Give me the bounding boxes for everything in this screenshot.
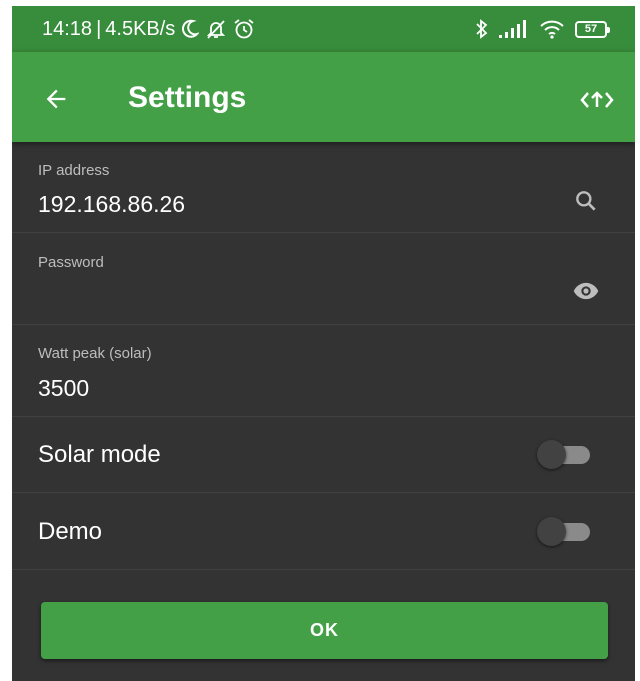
show-password-button[interactable] bbox=[571, 276, 601, 306]
phone-screen: 14:18 | 4.5KB/s 57 Settings IP address 1… bbox=[12, 6, 635, 681]
arrow-left-icon bbox=[46, 89, 66, 109]
switch-thumb bbox=[537, 517, 566, 546]
battery-icon: 57 bbox=[575, 20, 610, 38]
ok-button-label: OK bbox=[310, 620, 339, 640]
status-bar-right: 57 bbox=[475, 16, 610, 42]
mute-icon bbox=[207, 20, 226, 39]
watt-peak-label: Watt peak (solar) bbox=[38, 345, 152, 362]
battery-level: 57 bbox=[584, 22, 598, 35]
wifi-icon bbox=[540, 20, 564, 39]
password-label: Password bbox=[38, 254, 104, 271]
bluetooth-icon bbox=[476, 19, 488, 39]
app-bar: Settings bbox=[12, 52, 635, 142]
back-button[interactable] bbox=[32, 75, 80, 123]
status-bar-left: 14:18 | 4.5KB/s bbox=[42, 16, 255, 42]
watt-peak-field[interactable]: Watt peak (solar) 3500 bbox=[12, 325, 635, 417]
demo-switch[interactable] bbox=[537, 511, 592, 551]
switch-thumb bbox=[537, 440, 566, 469]
status-speed: 4.5KB/s bbox=[105, 18, 176, 40]
demo-row: Demo bbox=[12, 493, 635, 570]
demo-label: Demo bbox=[38, 518, 103, 545]
code-arrows-button[interactable] bbox=[573, 76, 621, 124]
ip-address-value[interactable]: 192.168.86.26 bbox=[38, 191, 185, 218]
alarm-icon bbox=[234, 19, 254, 39]
search-icon bbox=[576, 191, 596, 211]
signal-icon bbox=[499, 20, 526, 38]
status-bar: 14:18 | 4.5KB/s 57 bbox=[12, 6, 635, 52]
password-field[interactable]: Password bbox=[12, 233, 635, 325]
status-separator: | bbox=[96, 18, 102, 40]
code-arrows-icon bbox=[580, 91, 614, 108]
solar-mode-row: Solar mode bbox=[12, 417, 635, 493]
page-title: Settings bbox=[128, 81, 247, 114]
solar-mode-switch[interactable] bbox=[537, 434, 592, 474]
watt-peak-value[interactable]: 3500 bbox=[38, 375, 89, 402]
ip-address-label: IP address bbox=[38, 162, 110, 179]
solar-mode-label: Solar mode bbox=[38, 441, 161, 468]
eye-icon bbox=[573, 282, 599, 300]
status-time: 14:18 bbox=[42, 18, 93, 40]
moon-icon bbox=[182, 19, 200, 38]
ip-address-field[interactable]: IP address 192.168.86.26 bbox=[12, 142, 635, 233]
search-button[interactable] bbox=[571, 186, 601, 216]
ok-button[interactable]: OK bbox=[41, 602, 608, 659]
